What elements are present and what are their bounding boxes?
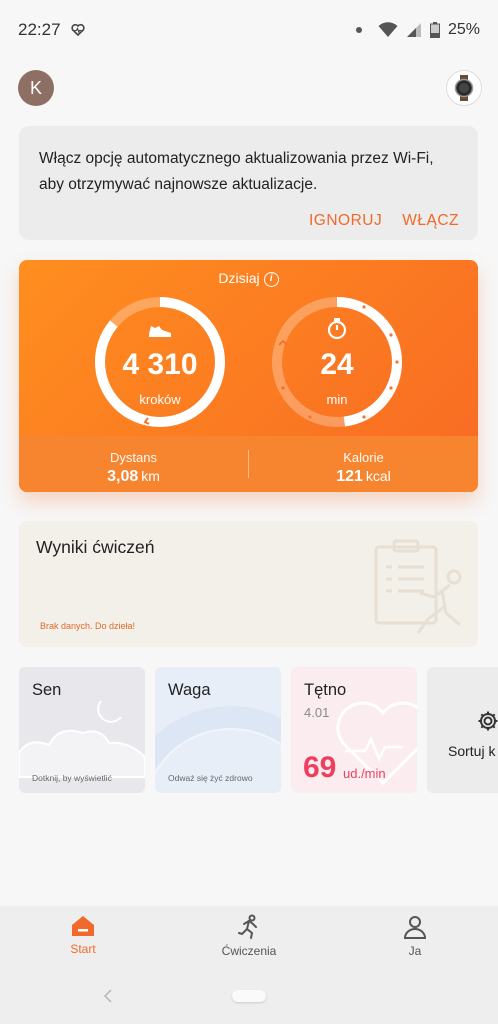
heart-rate-tile[interactable]: Tętno 4.01 69 ud./min [291,667,417,793]
enable-button[interactable]: WŁĄCZ [402,212,459,230]
weight-tile[interactable]: Waga Odważ się żyć zdrowo [155,667,281,793]
exercise-title: Wyniki ćwiczeń [36,537,155,557]
back-icon[interactable] [102,988,114,1004]
update-message-line-2: aby otrzymywać najnowsze aktualizacje. [39,176,318,193]
sleep-title: Sen [32,681,62,699]
nav-exercises-label: Ćwiczenia [221,944,277,958]
sort-cards-label: Sortuj k [448,743,496,759]
ignore-button[interactable]: IGNORUJ [309,212,382,230]
home-pill-button[interactable] [232,990,266,1002]
calories-unit: kcal [365,468,391,484]
battery-icon [429,22,440,38]
steps-value: 4 310 [122,348,198,381]
calories-stat: Kalorie 121 kcal [249,436,478,492]
exercise-empty-text: Brak danych. Do dzieła! [40,621,136,631]
weight-title: Waga [168,681,211,699]
exercise-results-card[interactable]: Wyniki ćwiczeń Brak danych. Do dzieła! [19,521,478,647]
status-time: 22:27 [18,20,61,39]
today-summary: Dystans 3,08 km Kalorie 121 kcal [19,436,478,492]
signal-icon [406,23,421,37]
calories-value: 121 [336,468,363,485]
nav-exercises[interactable]: Ćwiczenia [166,906,332,970]
distance-value-row: 3,08 km [19,468,248,486]
clipboard-runner-icon [374,539,462,634]
sleep-tile[interactable]: Sen Dotknij, by wyświetlić [19,667,145,793]
person-icon [403,916,427,939]
distance-label: Dystans [110,450,157,465]
heart-rate-unit: ud./min [343,766,386,781]
update-actions: IGNORUJ WŁĄCZ [309,212,459,230]
sleep-hint: Dotknij, by wyświetlić [32,773,112,783]
update-message: Włącz opcję automatycznego aktualizowani… [39,146,458,198]
minutes-unit: min [326,392,348,407]
running-icon [238,914,257,939]
notification-dot-icon [355,27,362,33]
heart-rate-icon [70,23,85,37]
update-message-line-1: Włącz opcję automatycznego aktualizowani… [39,150,434,167]
calories-value-row: 121 kcal [249,468,478,486]
update-card: Włącz opcję automatycznego aktualizowani… [19,126,478,240]
stopwatch-icon [327,318,347,340]
avatar[interactable]: K [18,70,54,106]
today-activity-card[interactable]: Dzisiaj i 4 310 kroków 24 min Dystans 3,… [19,260,478,492]
sort-cards-tile[interactable]: Sortuj k [427,667,498,793]
heart-rate-title: Tętno [304,681,347,699]
minutes-value: 24 [320,348,354,381]
distance-value: 3,08 [107,468,139,485]
shoe-icon [149,326,171,337]
nav-start-label: Start [70,942,96,956]
system-navigation-bar [0,970,498,1024]
heart-rate-value: 69 [303,751,337,784]
gear-icon [478,711,498,731]
steps-unit: kroków [139,392,181,407]
weight-hint: Odważ się żyć zdrowo [168,773,253,783]
status-bar: 22:27 25% [0,0,498,60]
watch-device-button[interactable] [446,70,482,106]
distance-stat: Dystans 3,08 km [19,436,248,492]
distance-unit: km [141,468,160,484]
home-icon [72,916,94,936]
bottom-navigation: Start Ćwiczenia Ja [0,906,498,970]
nav-me[interactable]: Ja [332,906,498,970]
activity-rings [95,297,402,427]
nav-me-label: Ja [408,944,422,958]
watch-icon [454,75,474,101]
nav-start[interactable]: Start [0,906,166,970]
heart-rate-date: 4.01 [304,705,330,720]
status-icons: 25% [355,21,480,39]
calories-label: Kalorie [343,450,384,465]
wifi-icon [378,22,398,37]
battery-percent: 25% [447,21,480,38]
